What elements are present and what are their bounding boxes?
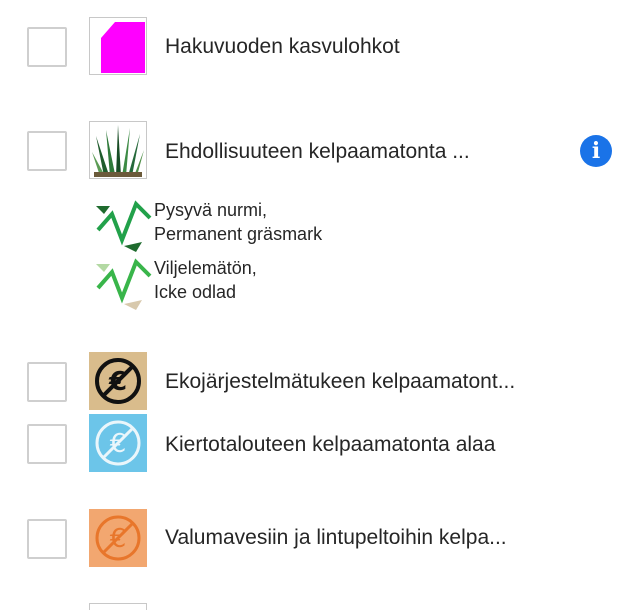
pale-arrow-line-icon (96, 258, 152, 310)
layer-label: Valumavesiin ja lintupeltoihin kelpa... (165, 526, 507, 549)
euro-crossed-black-icon: € (89, 352, 147, 410)
next-layer-icon-partial (89, 603, 147, 610)
legend-text-line2: Icke odlad (154, 282, 237, 302)
layer-checkbox[interactable] (27, 131, 67, 171)
info-icon[interactable]: i (580, 135, 612, 167)
legend-text-line1: Viljelemätön, (154, 258, 257, 278)
layer-checkbox[interactable] (27, 27, 67, 67)
layer-checkbox[interactable] (27, 362, 67, 402)
layer-checkbox[interactable] (27, 519, 67, 559)
layer-label: Hakuvuoden kasvulohkot (165, 35, 400, 58)
green-arrow-line-icon (96, 200, 152, 252)
layer-label: Ekojärjestelmätukeen kelpaamatont... (165, 370, 516, 393)
layer-checkbox[interactable] (27, 424, 67, 464)
legend-text-line2: Permanent gräsmark (154, 224, 323, 244)
grass-icon (89, 121, 147, 179)
euro-crossed-orange-icon: € (89, 509, 147, 567)
legend-text-line1: Pysyvä nurmi, (154, 200, 268, 220)
layer-label: Kiertotalouteen kelpaamatonta alaa (165, 433, 496, 456)
layer-label: Ehdollisuuteen kelpaamatonta ... (165, 140, 470, 163)
legend-item-viljelematon: Viljelemätön, Icke odlad (94, 258, 414, 310)
euro-crossed-blue-icon: € (89, 414, 147, 472)
magenta-polygon-icon (89, 17, 147, 75)
legend-item-pysyva-nurmi: Pysyvä nurmi, Permanent gräsmark (94, 200, 414, 252)
